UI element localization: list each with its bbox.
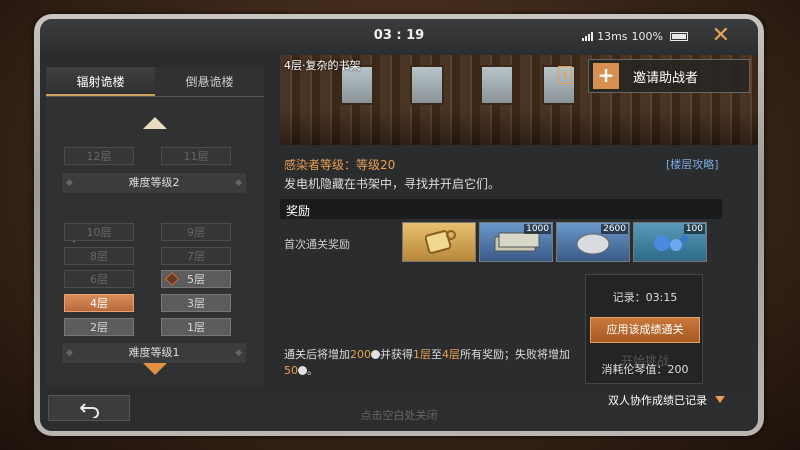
status-indicators: 13ms 100%: [582, 30, 688, 43]
reward-quantity: 100: [683, 224, 705, 234]
floor-description: 发电机隐藏在书架中，寻找并开启它们。: [284, 177, 501, 191]
floor-4-button[interactable]: 4层: [64, 294, 134, 312]
apply-record-button[interactable]: 应用该成绩通关: [590, 317, 700, 343]
difficulty-2-header: ◆ 难度等级2 ◆: [62, 173, 246, 193]
chevron-icon: ◆: [66, 348, 73, 358]
chevron-down-icon[interactable]: [715, 396, 725, 403]
reward-cash-bundle[interactable]: 1000: [479, 222, 553, 262]
tab-radiation-tower[interactable]: 辐射诡楼: [46, 67, 155, 96]
chevron-icon: ◆: [235, 178, 242, 188]
floor-6-button[interactable]: 6层: [64, 270, 134, 288]
info-icon[interactable]: i: [558, 66, 572, 84]
footnote-text: 所有奖励；失败将增加: [460, 348, 570, 361]
signal-icon: [582, 32, 594, 41]
reward-footnote: 通关后将增加200 并获得1层至4层所有奖励；失败将增加 50 。: [284, 347, 574, 379]
tab-inverted-tower[interactable]: 倒悬诡楼: [155, 67, 264, 96]
floor-9-button[interactable]: 9层: [161, 223, 231, 241]
radiation-icon: [298, 366, 307, 375]
footnote-text: 至: [431, 348, 442, 361]
footnote-floor-from: 1层: [413, 348, 431, 361]
floor-1-button[interactable]: 1层: [161, 318, 231, 336]
difficulty-1-header: ◆ 难度等级1 ◆: [62, 343, 246, 363]
infected-level: 感染者等级：等级20: [284, 158, 396, 172]
game-screen: 03 : 19 13ms 100% ✕ 辐射诡楼 倒悬诡楼 12层 11层 ◆ …: [40, 19, 758, 431]
footnote-text: 通关后将增加: [284, 348, 350, 361]
footnote-gain-value: 200: [350, 348, 371, 361]
floor-10-button[interactable]: 10层: [64, 223, 134, 241]
floor-8-button[interactable]: 8层: [64, 247, 134, 265]
invite-label: 邀请助战者: [633, 70, 699, 86]
tap-to-close-hint: 点击空白处关闭: [360, 409, 438, 422]
tab-bar: 辐射诡楼 倒悬诡楼: [46, 67, 264, 97]
battery-text: 100%: [631, 30, 663, 43]
record-time: 记录：03:15: [612, 291, 678, 304]
footnote-fail-value: 50: [284, 364, 298, 377]
floor-title: 4层·复杂的书架: [284, 59, 361, 72]
library-window: [480, 65, 514, 105]
record-panel: 记录：03:15 应用该成绩通关 开始挑战 消耗伦琴值：200: [585, 274, 703, 384]
floor-11-button[interactable]: 11层: [161, 147, 231, 165]
reward-silver-ore[interactable]: 2600: [556, 222, 630, 262]
footnote-text: 并获得: [380, 348, 413, 361]
floor-selector: 辐射诡楼 倒悬诡楼 12层 11层 ◆ 难度等级2 ◆ 10层 9层 8层 7层…: [46, 67, 264, 387]
footnote-text: 。: [307, 364, 318, 377]
close-button[interactable]: ✕: [712, 25, 730, 47]
rewards-title: 奖励: [286, 204, 311, 218]
floor-12-button[interactable]: 12层: [64, 147, 134, 165]
status-bar: 03 : 19 13ms 100% ✕: [40, 19, 758, 55]
gold-token-icon: [424, 230, 456, 254]
floor-3-button[interactable]: 3层: [161, 294, 231, 312]
invite-helper-button[interactable]: + 邀请助战者: [588, 59, 750, 93]
floor-strategy-link[interactable]: [楼层攻略]: [666, 156, 719, 172]
chevron-icon: ◆: [66, 178, 73, 188]
floor-2-button[interactable]: 2层: [64, 318, 134, 336]
plus-icon: +: [593, 63, 619, 89]
floor-7-button[interactable]: 7层: [161, 247, 231, 265]
scroll-down-arrow-icon[interactable]: [143, 363, 167, 375]
coop-record-status: 双人协作成绩已记录: [608, 394, 707, 407]
footnote-floor-to: 4层: [442, 348, 460, 361]
reward-gold-token[interactable]: [402, 222, 476, 262]
scroll-up-arrow-icon[interactable]: [143, 117, 167, 129]
reward-quantity: 1000: [524, 224, 551, 234]
reward-blue-crystals[interactable]: 100: [633, 222, 707, 262]
battery-icon: [670, 32, 688, 41]
roentgen-cost: 消耗伦琴值：200: [601, 363, 689, 376]
rewards-header: 奖励: [280, 199, 722, 219]
chevron-icon: ◆: [235, 348, 242, 358]
difficulty-2-label: 难度等级2: [128, 176, 180, 189]
difficulty-1-label: 难度等级1: [128, 346, 180, 359]
first-clear-label: 首次通关奖励: [284, 238, 350, 251]
reward-quantity: 2600: [601, 224, 628, 234]
ping-text: 13ms: [597, 30, 628, 43]
library-window: [410, 65, 444, 105]
radiation-icon: [371, 350, 380, 359]
